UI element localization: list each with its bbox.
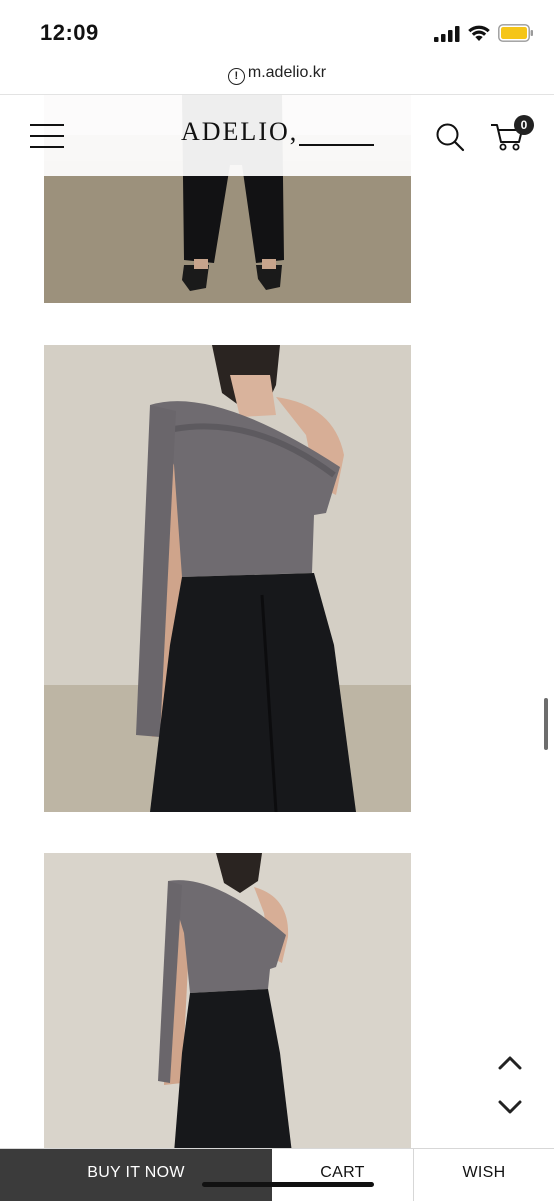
buy-it-now-button[interactable]: BUY IT NOW xyxy=(0,1149,272,1201)
purchase-bar: BUY IT NOW CART WISH xyxy=(0,1148,554,1201)
cart-count-badge: 0 xyxy=(514,115,534,135)
product-photo-2 xyxy=(44,345,411,812)
battery-icon xyxy=(498,24,533,42)
url-display[interactable]: ! m.adelio.kr xyxy=(0,62,554,85)
menu-icon[interactable] xyxy=(30,124,64,148)
status-bar: 12:09 xyxy=(0,0,554,64)
info-icon[interactable]: ! xyxy=(227,68,245,85)
chevron-up-icon[interactable] xyxy=(496,1052,524,1074)
chevron-down-icon[interactable] xyxy=(496,1096,524,1118)
site-logo[interactable]: ADELIO, xyxy=(181,117,298,147)
signal-icon xyxy=(434,26,460,42)
site-header: ADELIO, xyxy=(0,95,554,176)
wifi-icon xyxy=(468,25,490,41)
scrollbar-thumb[interactable] xyxy=(544,698,548,750)
url-text[interactable]: m.adelio.kr xyxy=(248,64,326,81)
browser-url-bar[interactable]: ! m.adelio.kr xyxy=(0,56,554,95)
search-icon[interactable] xyxy=(435,122,465,152)
home-indicator xyxy=(202,1182,374,1187)
wish-button[interactable]: WISH xyxy=(414,1149,554,1201)
logo-underline xyxy=(299,144,374,146)
status-time: 12:09 xyxy=(40,20,99,45)
add-to-cart-button[interactable]: CART xyxy=(272,1149,414,1201)
product-detail-images[interactable] xyxy=(0,95,554,1148)
product-photo-3 xyxy=(44,853,411,1148)
